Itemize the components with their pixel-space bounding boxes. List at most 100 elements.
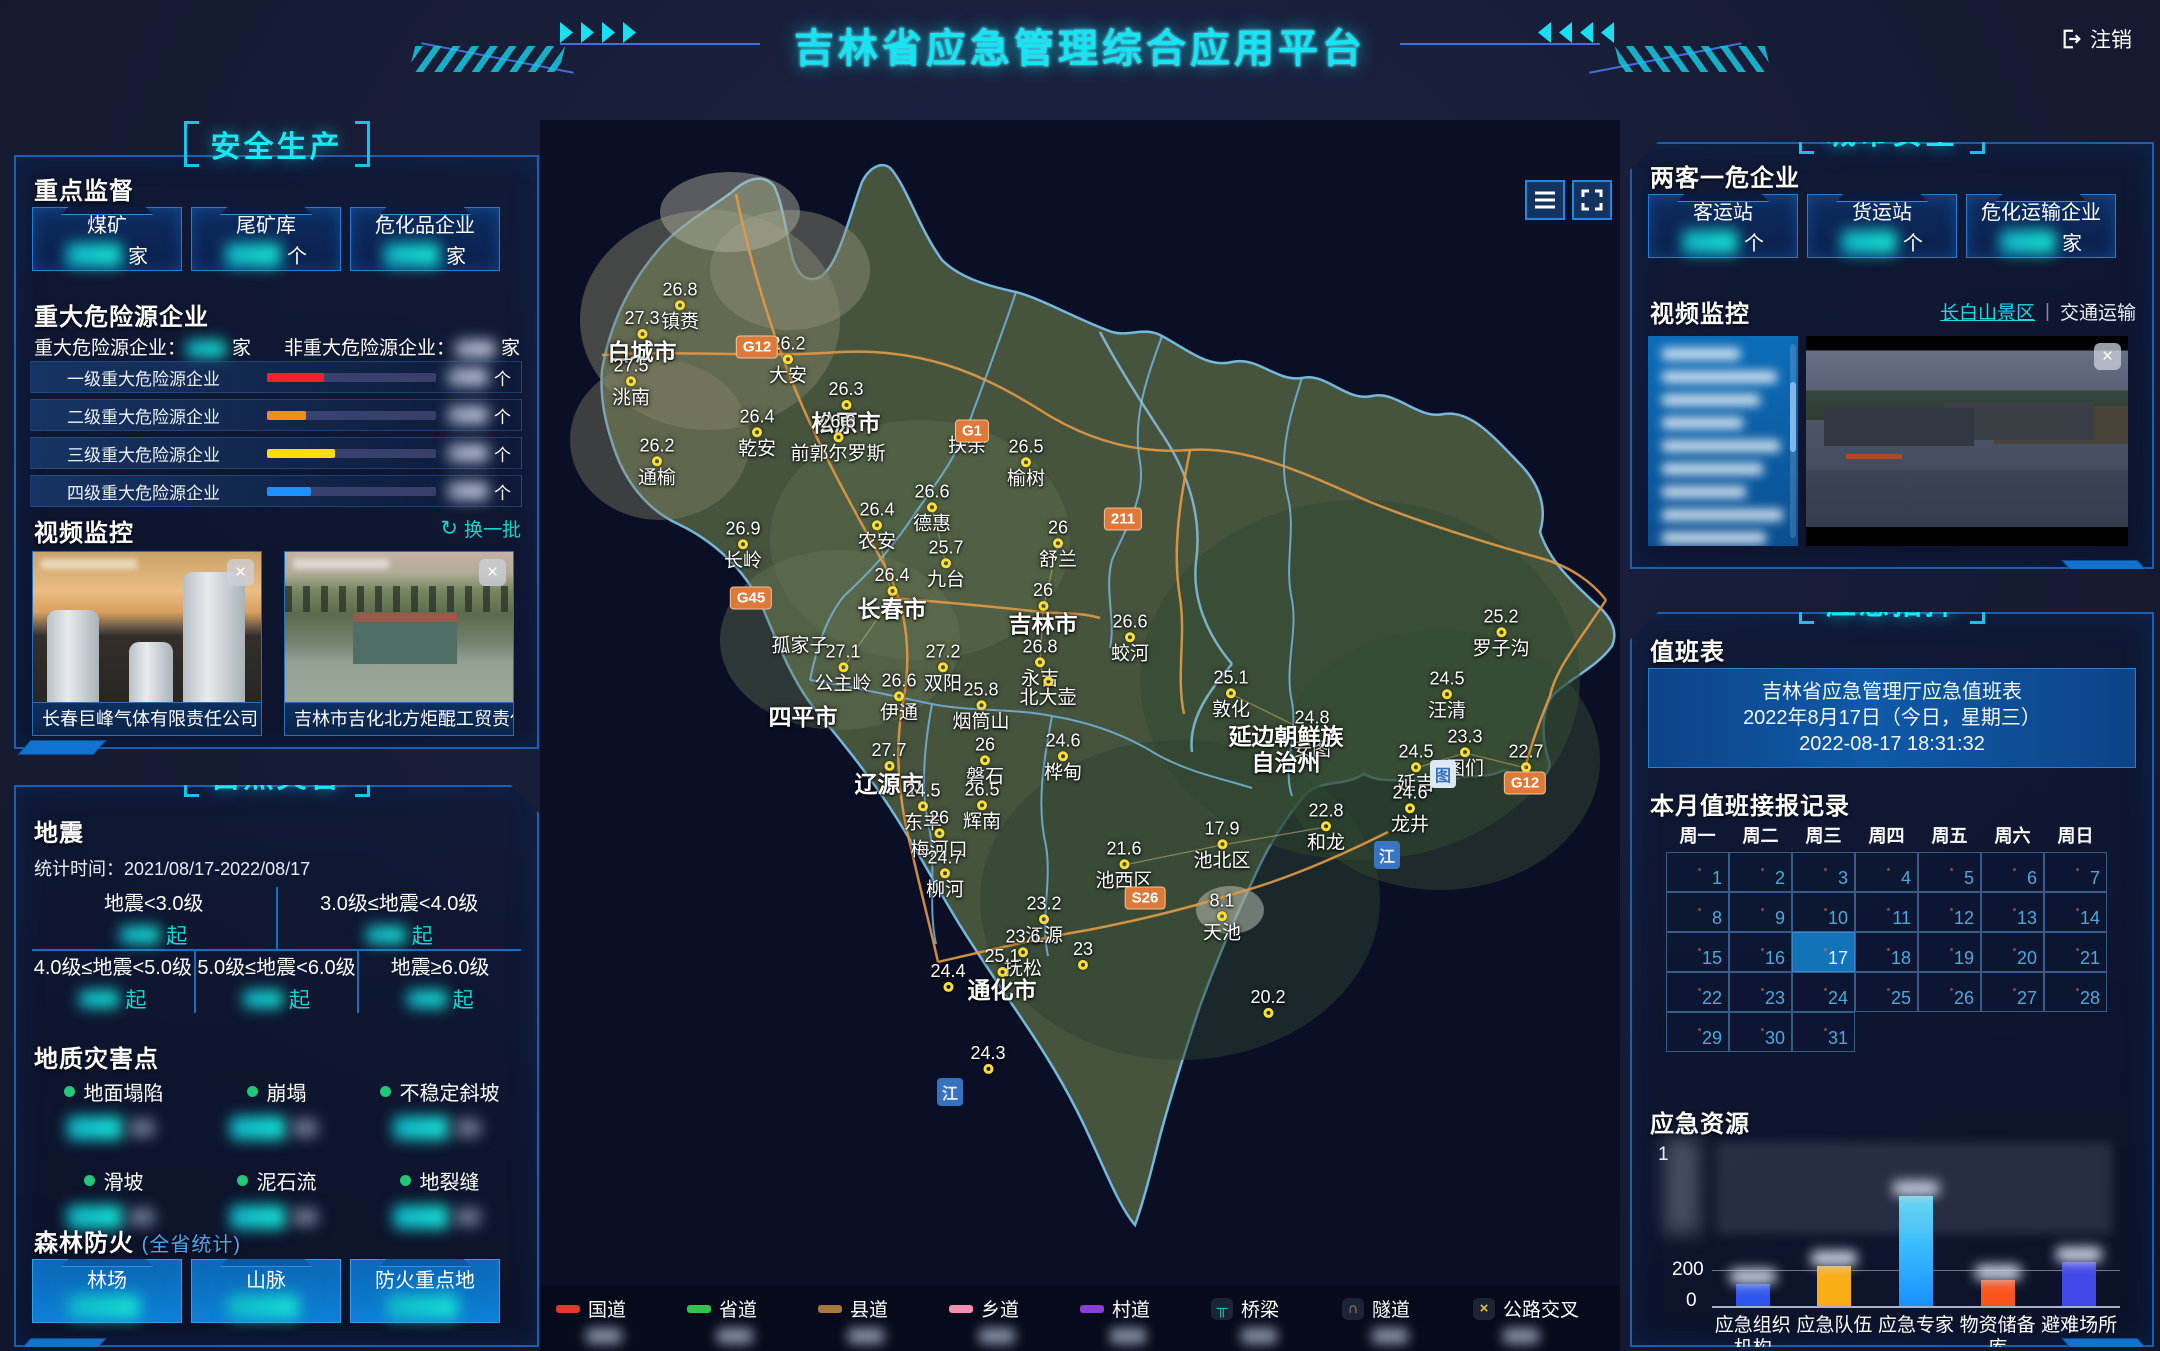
map-road-badge[interactable]: 211 bbox=[1104, 508, 1142, 531]
calendar-day[interactable]: 10 bbox=[1792, 892, 1855, 932]
legend-item[interactable]: ╥桥梁 bbox=[1211, 1295, 1342, 1351]
map-road-badge[interactable]: G12 bbox=[736, 336, 778, 359]
calendar-day[interactable]: 25 bbox=[1855, 972, 1918, 1012]
map-station[interactable]: 26.4乾安 bbox=[738, 406, 776, 459]
stat-card[interactable]: 林场 bbox=[32, 1259, 182, 1323]
map-station[interactable]: 26.6前郭尔罗斯 bbox=[790, 411, 885, 464]
camera-list-item[interactable] bbox=[1662, 440, 1784, 454]
calendar-day[interactable]: 8 bbox=[1666, 892, 1729, 932]
map-station[interactable]: 21.6池西区 bbox=[1095, 838, 1152, 891]
calendar-day[interactable]: 12 bbox=[1918, 892, 1981, 932]
calendar-day[interactable]: 6 bbox=[1981, 852, 2044, 892]
map-station[interactable]: 24.7柳河 bbox=[926, 847, 964, 900]
map-river-badge[interactable]: 江 bbox=[1374, 841, 1400, 869]
camera-list-item[interactable] bbox=[1662, 417, 1784, 431]
map-station[interactable]: 25.2罗子沟 bbox=[1472, 606, 1529, 659]
calendar-day[interactable]: 2 bbox=[1729, 852, 1792, 892]
calendar-day[interactable]: 4 bbox=[1855, 852, 1918, 892]
map-road-badge[interactable]: G12 bbox=[1504, 772, 1546, 795]
calendar-day[interactable]: 11 bbox=[1855, 892, 1918, 932]
calendar-day[interactable]: 3 bbox=[1792, 852, 1855, 892]
calendar-day[interactable]: 27 bbox=[1981, 972, 2044, 1012]
map-station[interactable]: 25.8烟筒山 bbox=[952, 679, 1009, 732]
calendar-day[interactable]: 13 bbox=[1981, 892, 2044, 932]
map-station[interactable]: 26.5辉南 bbox=[963, 779, 1001, 832]
calendar-day[interactable]: 24 bbox=[1792, 972, 1855, 1012]
map-station[interactable]: 24.6桦甸 bbox=[1044, 730, 1082, 783]
map-river-badge[interactable]: 江 bbox=[937, 1078, 963, 1106]
calendar-day[interactable]: 31 bbox=[1792, 1012, 1855, 1052]
map-station[interactable]: 北大壶 bbox=[1019, 675, 1076, 708]
legend-item[interactable]: ∩隧道 bbox=[1342, 1295, 1473, 1351]
map-station[interactable]: 26.5榆树 bbox=[1007, 436, 1045, 489]
link-changbaishan[interactable]: 长白山景区 bbox=[1940, 298, 2035, 325]
legend-item[interactable]: 村道 bbox=[1080, 1295, 1211, 1351]
camera-list-item[interactable] bbox=[1662, 394, 1784, 408]
calendar-day[interactable]: 28 bbox=[2044, 972, 2107, 1012]
map-road-badge[interactable]: S26 bbox=[1125, 887, 1166, 910]
stat-card[interactable]: 尾矿库个 bbox=[191, 207, 341, 271]
stat-card[interactable]: 煤矿家 bbox=[32, 207, 182, 271]
video-card[interactable]: ×吉林市吉化北方炬醌工贸责任... bbox=[284, 551, 514, 736]
map-fullscreen-button[interactable] bbox=[1572, 180, 1612, 220]
calendar-day[interactable]: 18 bbox=[1855, 932, 1918, 972]
map-station[interactable]: 延边朝鲜族 自治州 bbox=[1229, 724, 1344, 776]
calendar-day[interactable]: 23 bbox=[1729, 972, 1792, 1012]
map-station[interactable]: 孤家子 bbox=[771, 635, 828, 656]
stat-card[interactable]: 山脉 bbox=[191, 1259, 341, 1323]
map-station[interactable]: 26.4农安 bbox=[858, 499, 896, 552]
map-road-badge[interactable]: G45 bbox=[730, 587, 772, 610]
map-station[interactable]: 25.1敦化 bbox=[1212, 667, 1250, 720]
legend-item[interactable]: 乡道 bbox=[949, 1295, 1080, 1351]
calendar-day[interactable]: 17 bbox=[1792, 932, 1855, 972]
map-station[interactable]: 26.2通榆 bbox=[638, 435, 676, 488]
map-station[interactable]: 26.6德惠 bbox=[913, 481, 951, 534]
map-layers-button[interactable] bbox=[1525, 180, 1565, 220]
map-station[interactable]: 17.9池北区 bbox=[1193, 818, 1250, 871]
close-icon[interactable]: × bbox=[479, 559, 506, 586]
map-station[interactable]: 20.2 bbox=[1250, 987, 1285, 1019]
stat-card[interactable]: 防火重点地 bbox=[350, 1259, 500, 1323]
map-station[interactable]: 24.3 bbox=[970, 1043, 1005, 1075]
map-station[interactable]: 26.9长岭 bbox=[724, 518, 762, 571]
map-station[interactable]: 26.6伊通 bbox=[880, 670, 918, 723]
video-card[interactable]: ×长春巨峰气体有限责任公司 bbox=[32, 551, 262, 736]
calendar-day[interactable]: 21 bbox=[2044, 932, 2107, 972]
map-station[interactable]: 25.7九台 bbox=[927, 537, 965, 590]
map-station[interactable]: 22.8和龙 bbox=[1307, 800, 1345, 853]
stat-card[interactable]: 危化品企业家 bbox=[350, 207, 500, 271]
refresh-batch-button[interactable]: ↻ 换一批 bbox=[440, 515, 521, 542]
camera-list-item[interactable] bbox=[1662, 486, 1784, 500]
calendar-day[interactable]: 5 bbox=[1918, 852, 1981, 892]
map-station[interactable]: 26.4长春市 bbox=[858, 565, 927, 623]
map-station[interactable]: 四平市 bbox=[769, 705, 838, 731]
close-icon[interactable]: × bbox=[227, 559, 254, 586]
link-transport[interactable]: 交通运输 bbox=[2060, 298, 2136, 325]
calendar-day[interactable]: 19 bbox=[1918, 932, 1981, 972]
map-station[interactable]: 27.5洮南 bbox=[612, 355, 650, 408]
calendar-day[interactable]: 20 bbox=[1981, 932, 2044, 972]
camera-list-item[interactable] bbox=[1662, 348, 1784, 362]
scrollbar[interactable] bbox=[1790, 344, 1796, 538]
calendar-day[interactable]: 15 bbox=[1666, 932, 1729, 972]
map[interactable]: 26.8镇赉27.3白城市27.5洮南26.2大安26.3松原市26.6前郭尔罗… bbox=[540, 120, 1620, 1351]
legend-item[interactable]: 县道 bbox=[818, 1295, 949, 1351]
calendar-day[interactable]: 29 bbox=[1666, 1012, 1729, 1052]
map-station[interactable]: 26吉林市 bbox=[1009, 580, 1078, 638]
camera-list-item[interactable] bbox=[1662, 371, 1784, 385]
calendar-day[interactable]: 14 bbox=[2044, 892, 2107, 932]
stat-card[interactable]: 客运站个 bbox=[1648, 194, 1798, 258]
calendar-day[interactable]: 16 bbox=[1729, 932, 1792, 972]
map-station[interactable]: 24.5汪清 bbox=[1428, 668, 1466, 721]
camera-list-item[interactable] bbox=[1662, 463, 1784, 477]
map-station[interactable]: 23 bbox=[1073, 939, 1093, 971]
calendar-day[interactable]: 30 bbox=[1729, 1012, 1792, 1052]
map-road-badge[interactable]: G1 bbox=[955, 420, 989, 443]
map-sign-badge[interactable]: 图 bbox=[1430, 760, 1456, 788]
camera-list-item[interactable] bbox=[1662, 509, 1784, 523]
map-station[interactable]: 24.6龙井 bbox=[1391, 782, 1429, 835]
calendar-day[interactable]: 7 bbox=[2044, 852, 2107, 892]
logout-button[interactable]: 注销 bbox=[2061, 24, 2132, 54]
legend-item[interactable]: 国道 bbox=[556, 1295, 687, 1351]
camera-list[interactable] bbox=[1648, 336, 1798, 546]
